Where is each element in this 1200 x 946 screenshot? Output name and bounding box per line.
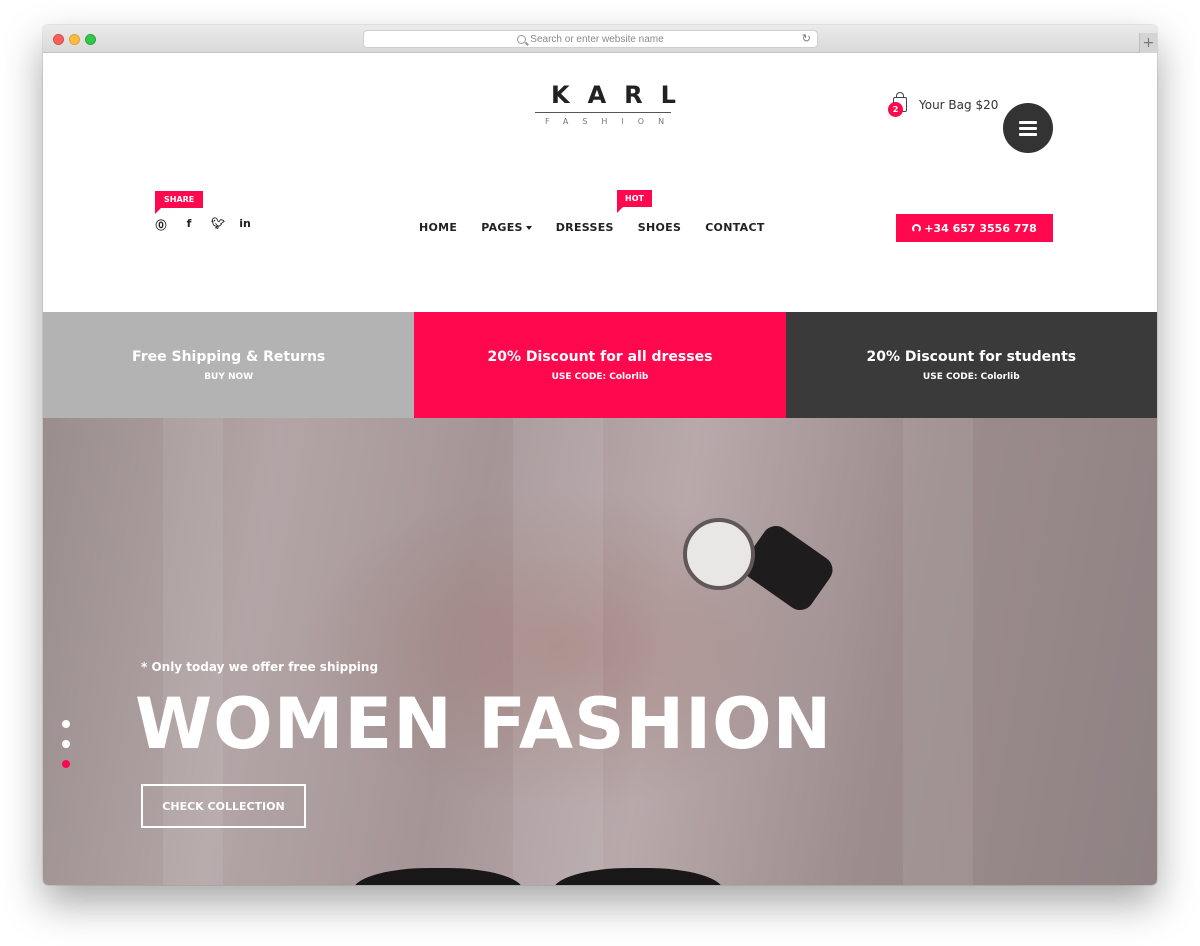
headset-icon (912, 223, 922, 233)
close-window-button[interactable] (53, 34, 64, 45)
promo-item-dresses[interactable]: 20% Discount for all dresses USE CODE: C… (414, 312, 786, 418)
main-nav: HOME PAGES DRESSES SHOES CONTACT (419, 221, 765, 234)
promo-subtitle: USE CODE: Colorlib (922, 371, 1020, 382)
menu-icon-bar (1019, 127, 1037, 130)
promo-title: Free Shipping & Returns (132, 348, 326, 365)
hamburger-menu-button[interactable] (1003, 103, 1053, 153)
twitter-icon[interactable]: 🐦︎ (211, 217, 225, 233)
facebook-icon[interactable]: f (183, 217, 195, 233)
nav-item-pages-label: PAGES (481, 221, 523, 234)
nav-item-home[interactable]: HOME (419, 221, 457, 234)
phone-button[interactable]: +34 657 3556 778 (896, 214, 1053, 242)
nav-item-dresses[interactable]: DRESSES (556, 221, 614, 234)
logo-divider (535, 112, 671, 113)
share-badge: SHARE (155, 191, 204, 214)
address-placeholder: Search or enter website name (530, 33, 664, 45)
promo-bar: Free Shipping & Returns BUY NOW 20% Disc… (43, 312, 1157, 418)
hot-badge: HOT (617, 190, 652, 213)
promo-title: 20% Discount for students (866, 348, 1077, 365)
page-content: KARL FASHION 2 Your Bag $20 SHARE ⓪ f 🐦︎… (43, 53, 1157, 885)
caret-down-icon (525, 226, 532, 230)
zoom-window-button[interactable] (85, 34, 96, 45)
nav-item-shoes[interactable]: SHOES (638, 221, 681, 234)
pinterest-icon[interactable]: ⓪ (155, 217, 167, 233)
new-tab-button[interactable]: + (1139, 33, 1157, 53)
address-bar[interactable]: Search or enter website name ↻ (363, 30, 818, 48)
cart-count-badge: 2 (888, 102, 903, 117)
browser-window: Search or enter website name ↻ + KARL FA… (43, 25, 1157, 885)
cart-button[interactable]: 2 Your Bag $20 (888, 92, 999, 117)
slider-pagination (62, 720, 70, 780)
logo-main-text: KARL (551, 81, 694, 109)
menu-icon-bar (1019, 121, 1037, 124)
hero-image-fold (513, 418, 603, 885)
promo-subtitle: BUY NOW (204, 371, 254, 382)
linkedin-icon[interactable]: in (239, 217, 251, 233)
slider-dot[interactable] (62, 740, 70, 748)
watch-strap-image (738, 520, 838, 616)
slider-dot-active[interactable] (62, 760, 70, 768)
promo-item-shipping[interactable]: Free Shipping & Returns BUY NOW (43, 312, 415, 418)
hero-image-fold (903, 418, 973, 885)
browser-titlebar: Search or enter website name ↻ + (43, 25, 1157, 53)
search-icon (517, 34, 527, 44)
check-collection-button[interactable]: CHECK COLLECTION (141, 784, 306, 828)
slider-dot[interactable] (62, 720, 70, 728)
cart-label: Your Bag $20 (919, 97, 999, 112)
reload-icon[interactable]: ↻ (802, 32, 811, 45)
nav-item-pages[interactable]: PAGES (481, 221, 532, 234)
promo-subtitle: USE CODE: Colorlib (551, 371, 649, 382)
hero-title: WOMEN FASHION (135, 683, 833, 765)
sunglasses-image (353, 858, 723, 885)
promo-title: 20% Discount for all dresses (487, 348, 713, 365)
nav-item-contact[interactable]: CONTACT (705, 221, 764, 234)
phone-number: +34 657 3556 778 (924, 221, 1037, 235)
social-links: ⓪ f 🐦︎ in (155, 217, 251, 233)
hero-slider: * Only today we offer free shipping WOME… (43, 418, 1157, 885)
hero-note: * Only today we offer free shipping (141, 660, 379, 674)
menu-icon-bar (1019, 133, 1037, 136)
logo-sub-text: FASHION (545, 117, 679, 126)
site-logo[interactable]: KARL FASHION (533, 81, 694, 126)
shopping-bag-icon: 2 (888, 92, 907, 117)
watch-image (683, 518, 755, 590)
minimize-window-button[interactable] (69, 34, 80, 45)
promo-item-students[interactable]: 20% Discount for students USE CODE: Colo… (785, 312, 1157, 418)
